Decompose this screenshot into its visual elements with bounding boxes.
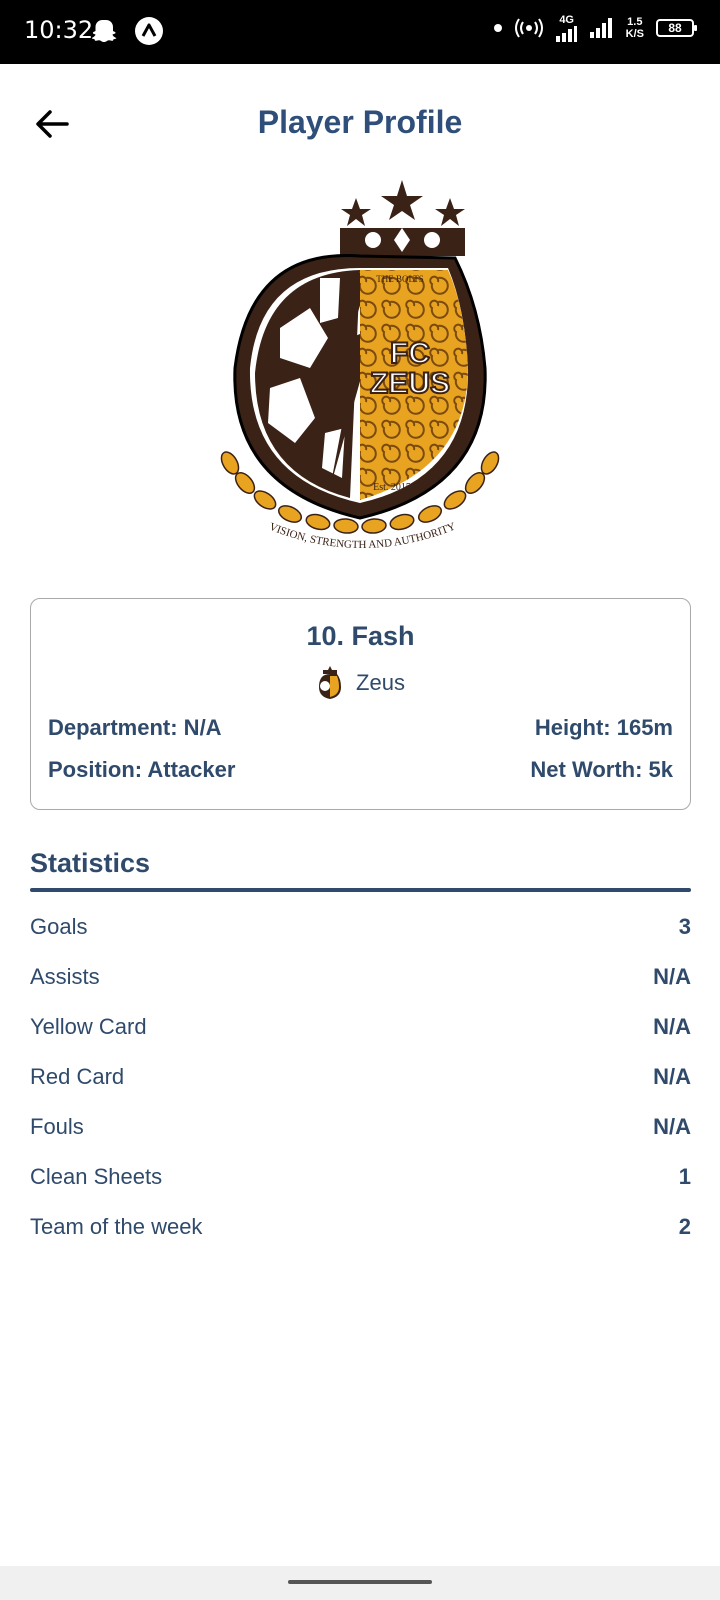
snapchat-icon	[92, 20, 117, 42]
page-title: Player Profile	[257, 104, 463, 140]
club-logo: THE BOLTS FC ZEUS Est. 2015 VISION, STRE…	[220, 180, 500, 551]
stat-row-clean-sheets: Clean Sheets 1	[30, 1152, 691, 1202]
department-text: Department: N/A	[48, 715, 222, 740]
logo-zeus-text: ZEUS	[370, 367, 450, 400]
stat-row-yellow-card: Yellow Card N/A	[30, 1002, 691, 1052]
stat-label: Red Card	[30, 1064, 125, 1089]
stat-value: N/A	[653, 1064, 691, 1089]
stat-label: Goals	[30, 914, 88, 939]
battery-icon: 88	[656, 19, 697, 37]
signal-2-icon	[589, 18, 612, 38]
speed-value: 1.5	[627, 16, 643, 28]
stat-row-fouls: Fouls N/A	[30, 1102, 691, 1152]
statistics-heading: Statistics	[30, 848, 151, 878]
stat-label: Clean Sheets	[30, 1164, 163, 1189]
club-row: Zeus	[31, 665, 690, 701]
status-time: 10:32	[24, 16, 94, 44]
system-nav-bar	[0, 1566, 720, 1600]
stat-row-red-card: Red Card N/A	[30, 1052, 691, 1102]
stat-label: Assists	[30, 964, 100, 989]
home-gesture-handle[interactable]	[288, 1580, 432, 1584]
stat-row-assists: Assists N/A	[30, 952, 691, 1002]
stat-label: Yellow Card	[30, 1014, 147, 1039]
stat-row-team-of-the-week: Team of the week 2	[30, 1202, 691, 1252]
stat-value: N/A	[653, 964, 691, 989]
logo-fc-text: FC	[390, 337, 430, 370]
logo-top-text: THE BOLTS	[376, 274, 423, 284]
network-type: 4G	[559, 14, 574, 26]
speed-unit: K/S	[625, 28, 644, 40]
notification-dot-icon	[493, 24, 502, 32]
height-text: Height: 165m	[534, 715, 673, 740]
stat-value: N/A	[653, 1014, 691, 1039]
stat-value: 2	[678, 1214, 691, 1239]
position-text: Position: Attacker	[48, 757, 236, 782]
stat-label: Team of the week	[30, 1214, 203, 1239]
club-mini-logo	[319, 666, 342, 699]
stat-label: Fouls	[30, 1114, 84, 1139]
signal-icon	[555, 26, 577, 42]
statistics-list: Goals 3 Assists N/A Yellow Card N/A Red …	[30, 902, 691, 1252]
player-name: 10. Fash	[306, 621, 415, 651]
app-a-icon	[135, 17, 163, 45]
stat-value: 3	[678, 914, 691, 939]
status-bar: 10:32 4G 1.5 K/S 88	[0, 0, 720, 64]
player-card: 10. Fash Zeus Department: N/A Height: 16…	[30, 598, 691, 810]
stat-row-goals: Goals 3	[30, 902, 691, 952]
statistics-divider	[30, 888, 691, 892]
stat-value: N/A	[653, 1114, 691, 1139]
logo-est-text: Est. 2015	[373, 482, 411, 493]
club-name: Zeus	[356, 670, 405, 695]
hotspot-icon	[514, 18, 543, 38]
stat-value: 1	[678, 1164, 691, 1189]
net-worth-text: Net Worth: 5k	[530, 757, 673, 782]
